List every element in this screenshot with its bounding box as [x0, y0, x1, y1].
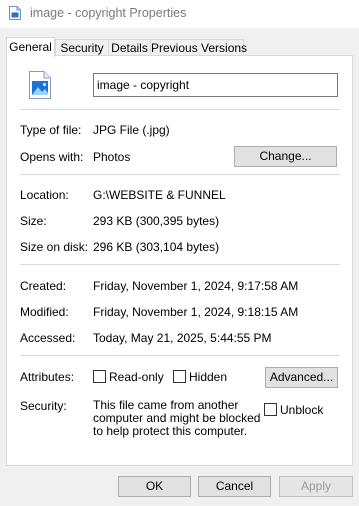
title-bar: image - copyright Properties: [0, 0, 359, 28]
size-label: Size:: [20, 214, 47, 228]
modified-label: Modified:: [20, 305, 69, 319]
tab-details[interactable]: Details: [108, 39, 151, 56]
location-label: Location:: [20, 188, 69, 202]
type-of-file-label: Type of file:: [20, 123, 82, 137]
readonly-checkbox[interactable]: [93, 370, 106, 383]
attributes-label: Attributes:: [20, 370, 75, 384]
opens-with-value: Photos: [93, 150, 131, 164]
opens-with-label: Opens with:: [20, 150, 84, 164]
readonly-label[interactable]: Read-only: [109, 370, 164, 384]
accessed-label: Accessed:: [20, 331, 76, 345]
size-on-disk-value: 296 KB (303,104 bytes): [93, 240, 220, 254]
created-value: Friday, November 1, 2024, 9:17:58 AM: [93, 279, 299, 293]
size-on-disk-label: Size on disk:: [20, 240, 89, 254]
size-value: 293 KB (300,395 bytes): [93, 214, 220, 228]
accessed-value: Today, May 21, 2025, 5:44:55 PM: [93, 331, 272, 345]
tab-general[interactable]: General: [6, 37, 55, 57]
hidden-label[interactable]: Hidden: [189, 370, 227, 384]
security-message: This file came from another computer and…: [93, 398, 261, 438]
apply-button[interactable]: Apply: [279, 476, 353, 497]
separator: [20, 174, 340, 175]
document-icon: [9, 6, 21, 20]
tab-previous-versions[interactable]: Previous Versions: [150, 39, 247, 56]
separator: [20, 355, 340, 356]
tab-security[interactable]: Security: [55, 39, 109, 56]
general-panel: Type of file: JPG File (.jpg) Opens with…: [6, 55, 353, 466]
ok-button[interactable]: OK: [118, 476, 191, 497]
separator: [20, 109, 340, 110]
separator: [20, 264, 340, 265]
hidden-checkbox[interactable]: [173, 370, 186, 383]
window-title: image - copyright Properties: [30, 6, 187, 20]
modified-value: Friday, November 1, 2024, 9:18:15 AM: [93, 305, 299, 319]
file-name-input[interactable]: [93, 73, 338, 97]
cancel-button[interactable]: Cancel: [198, 476, 271, 497]
image-file-icon: [29, 71, 51, 99]
unblock-label[interactable]: Unblock: [280, 403, 323, 417]
type-of-file-value: JPG File (.jpg): [93, 123, 170, 137]
created-label: Created:: [20, 279, 67, 293]
location-value: G:\WEBSITE & FUNNEL: [93, 188, 226, 202]
change-button[interactable]: Change...: [234, 146, 337, 167]
unblock-checkbox[interactable]: [264, 403, 277, 416]
security-label: Security:: [20, 399, 67, 413]
advanced-button[interactable]: Advanced...: [265, 367, 338, 388]
